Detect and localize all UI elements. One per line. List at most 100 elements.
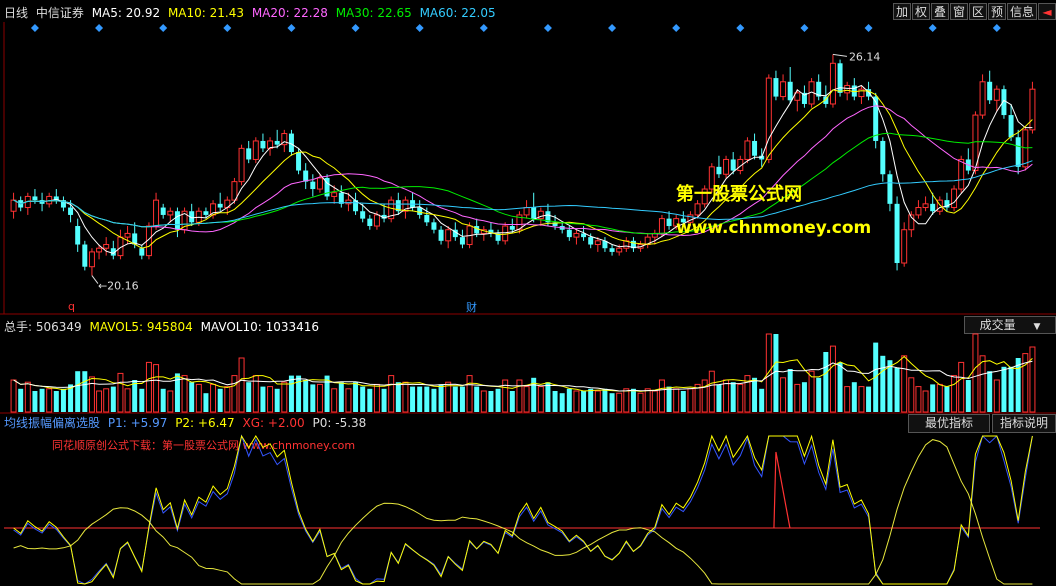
volume-bar-down bbox=[773, 334, 779, 412]
volume-bar-up bbox=[117, 372, 124, 413]
volume-bar-down bbox=[132, 380, 138, 412]
candle-body-down bbox=[274, 140, 280, 145]
volume-bar-up bbox=[623, 388, 630, 413]
volume-bar-up bbox=[523, 386, 530, 413]
candle-body-up bbox=[445, 229, 452, 242]
candle-body-down bbox=[139, 248, 145, 256]
volume-bar-up bbox=[388, 375, 395, 413]
candle-body-up bbox=[723, 158, 730, 175]
volume-bar-down bbox=[474, 386, 480, 412]
candle-body-down bbox=[887, 174, 893, 204]
volume-bar-up bbox=[723, 379, 730, 413]
low-price-label: ←20.16 bbox=[98, 280, 139, 293]
candle-body-down bbox=[217, 203, 223, 208]
volume-bar-up bbox=[224, 386, 231, 413]
volume-bar-down bbox=[880, 355, 886, 412]
volume-bar-down bbox=[752, 377, 758, 412]
indicator-chart[interactable] bbox=[0, 434, 1056, 586]
volume-bar-up bbox=[993, 379, 1000, 413]
candle-body-up bbox=[523, 207, 530, 216]
candle-body-down bbox=[894, 203, 900, 264]
event-diamond-icon bbox=[415, 24, 424, 32]
best-indicator-button[interactable]: 最优指标 bbox=[908, 414, 990, 433]
volume-bar-up bbox=[316, 383, 323, 413]
event-diamond-icon bbox=[992, 24, 1001, 32]
volume-bar-down bbox=[381, 388, 387, 412]
volume-bar-down bbox=[82, 371, 88, 412]
volume-bar-up bbox=[958, 361, 965, 413]
candle-body-up bbox=[345, 199, 352, 205]
volume-bar-down bbox=[410, 386, 416, 412]
watermark-title: 第一股票公式网 bbox=[676, 184, 802, 205]
volume-bar-up bbox=[96, 390, 103, 413]
event-diamond-icon bbox=[30, 24, 39, 32]
candle-body-up bbox=[103, 244, 110, 249]
ind-name: 均线振幅偏离选股 bbox=[4, 416, 101, 430]
volume-bar-down bbox=[730, 382, 736, 412]
volume-bar-down bbox=[260, 386, 266, 412]
volume-bar-down bbox=[246, 382, 252, 412]
volume-bar-down bbox=[545, 382, 551, 412]
volume-bar-down bbox=[1008, 366, 1014, 412]
volume-bar-down bbox=[759, 388, 765, 412]
ind-p2: P2: +6.47 bbox=[175, 416, 235, 430]
volume-bar-up bbox=[331, 388, 338, 413]
volume-bar-up bbox=[210, 383, 217, 413]
candle-body-down bbox=[531, 207, 537, 219]
event-diamond-icon bbox=[864, 24, 873, 32]
volume-bar-up bbox=[573, 390, 580, 413]
volume-bar-up bbox=[167, 390, 174, 413]
indicator-help-button[interactable]: 指标说明 bbox=[992, 414, 1056, 433]
volume-bar-up bbox=[345, 388, 352, 413]
candle-body-down bbox=[160, 207, 166, 215]
volume-bar-down bbox=[488, 391, 494, 412]
candle-body-down bbox=[730, 159, 736, 171]
candle-body-down bbox=[75, 226, 81, 245]
event-diamond-icon bbox=[287, 24, 296, 32]
candle-body-up bbox=[252, 140, 259, 160]
q-marker: q bbox=[68, 300, 75, 313]
volume-bar-down bbox=[338, 382, 344, 412]
volume-bar-up bbox=[858, 386, 865, 413]
candle-body-down bbox=[32, 196, 38, 201]
candle-body-down bbox=[288, 133, 294, 153]
volume-bar-up bbox=[737, 383, 744, 413]
volume-bar-down bbox=[816, 377, 822, 412]
volume-bar-down bbox=[930, 384, 936, 412]
candle-body-down bbox=[68, 207, 74, 215]
volume-chart[interactable] bbox=[0, 314, 1056, 414]
candle-body-up bbox=[979, 81, 986, 116]
volume-bar-down bbox=[787, 369, 793, 412]
event-diamond-icon bbox=[928, 24, 937, 32]
candle-body-up bbox=[594, 240, 601, 246]
candle-body-down bbox=[296, 152, 302, 171]
volume-bar-up bbox=[915, 386, 922, 413]
ma60-line bbox=[13, 160, 1033, 228]
volume-bar-up bbox=[1029, 346, 1036, 413]
volume-bar-down bbox=[75, 371, 81, 412]
event-diamond-icon bbox=[800, 24, 809, 32]
volume-bar-up bbox=[402, 381, 409, 413]
price-chart[interactable]: 26.14 ←20.16 q 财 bbox=[0, 0, 1056, 316]
volume-bar-up bbox=[687, 388, 694, 413]
volume-bar-down bbox=[32, 391, 38, 412]
candle-body-up bbox=[901, 229, 908, 264]
candle-body-up bbox=[744, 140, 751, 160]
volume-bar-up bbox=[267, 386, 274, 413]
volume-bar-up bbox=[480, 390, 487, 413]
ind-p1: P1: +5.97 bbox=[107, 416, 168, 430]
volume-bar-down bbox=[987, 371, 993, 412]
volume-bar-up bbox=[701, 379, 708, 413]
volume-bar-up bbox=[922, 390, 929, 413]
volume-bar-up bbox=[46, 388, 53, 413]
volume-bar-down bbox=[367, 388, 373, 412]
event-diamond-icon bbox=[223, 24, 232, 32]
candle-body-down bbox=[1008, 115, 1014, 138]
candle-body-up bbox=[502, 225, 509, 242]
candle-body-up bbox=[922, 203, 929, 209]
candle-body-down bbox=[203, 211, 209, 215]
candle-body-down bbox=[459, 237, 465, 245]
volume-bar-up bbox=[24, 381, 31, 413]
volume-bar-down bbox=[509, 391, 515, 412]
volume-bar-up bbox=[901, 355, 908, 413]
